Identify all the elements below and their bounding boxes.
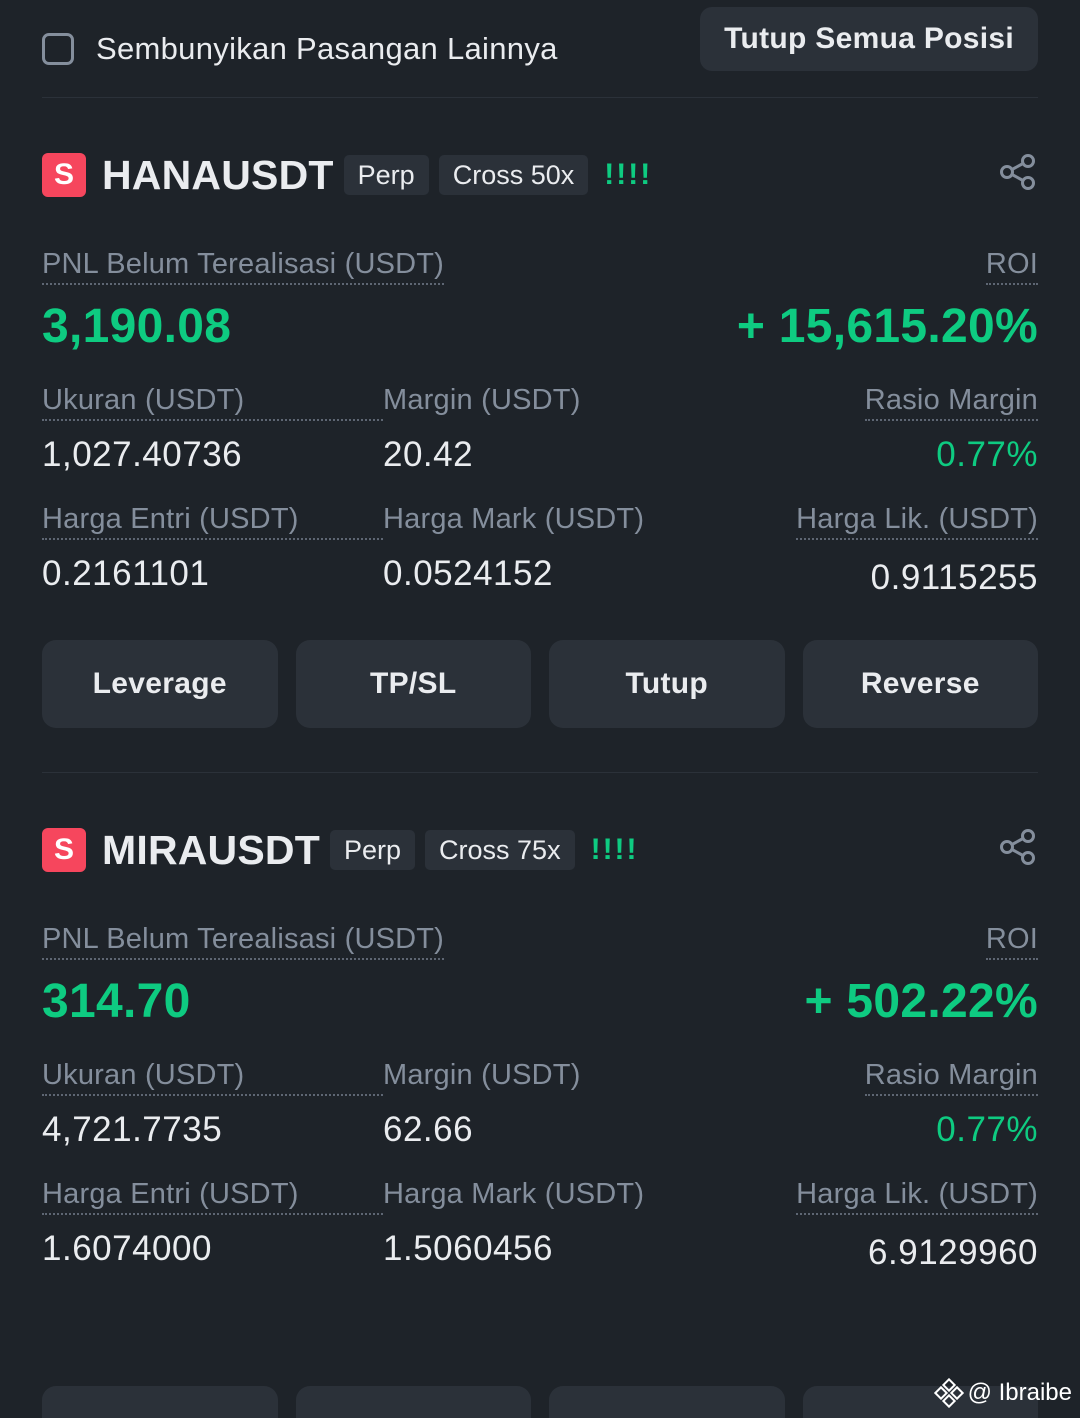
entry-price-value: 1.6074000 xyxy=(42,1229,212,1268)
roi-label[interactable]: ROI xyxy=(985,248,1038,285)
liquidation-price-value: 6.9129960 xyxy=(868,1233,1038,1272)
leverage-button[interactable] xyxy=(42,1386,278,1418)
roi-value: + 15,615.20% xyxy=(736,300,1038,353)
hide-other-pairs-label: Sembunyikan Pasangan Lainnya xyxy=(96,30,558,66)
positions-toolbar: Sembunyikan Pasangan Lainnya Tutup Semua… xyxy=(42,0,1038,98)
mark-price-label: Harga Mark (USDT) xyxy=(383,1178,645,1210)
watermark-text: @ Ibraibe xyxy=(967,1379,1072,1406)
entry-price-value: 0.2161101 xyxy=(42,554,210,593)
roi-value: + 502.22% xyxy=(804,975,1038,1028)
size-label[interactable]: Ukuran (USDT) xyxy=(42,1059,383,1096)
hide-other-pairs-toggle[interactable]: Sembunyikan Pasangan Lainnya xyxy=(42,31,558,67)
liquidation-price-label[interactable]: Harga Lik. (USDT) xyxy=(796,503,1038,540)
mark-price-value: 0.0524152 xyxy=(383,554,553,593)
position-actions-cut-off xyxy=(42,1386,1038,1418)
position-symbol[interactable]: MIRAUSDT xyxy=(102,827,320,874)
watermark: @ Ibraibe xyxy=(933,1378,1072,1408)
checkbox[interactable] xyxy=(42,32,74,65)
unrealized-pnl-label[interactable]: PNL Belum Terealisasi (USDT) xyxy=(42,248,445,285)
margin-value: 20.42 xyxy=(383,435,474,474)
margin-ratio-label[interactable]: Rasio Margin xyxy=(864,1059,1038,1096)
margin-label: Margin (USDT) xyxy=(383,384,581,416)
binance-logo-icon xyxy=(933,1378,964,1408)
margin-value: 62.66 xyxy=(383,1110,474,1149)
position-header: S HANAUSDT Perp Cross 50x !!!! xyxy=(42,150,1038,200)
mark-price-value: 1.5060456 xyxy=(383,1229,553,1268)
contract-type-tag: Perp xyxy=(329,830,416,870)
positions-page: Sembunyikan Pasangan Lainnya Tutup Semua… xyxy=(0,0,1080,1418)
mark-price-label: Harga Mark (USDT) xyxy=(383,503,645,535)
roi-label[interactable]: ROI xyxy=(985,923,1038,960)
risk-signal-icon: !!!! xyxy=(590,833,639,866)
short-side-badge: S xyxy=(42,828,86,872)
position-symbol[interactable]: HANAUSDT xyxy=(102,152,334,199)
size-label[interactable]: Ukuran (USDT) xyxy=(42,384,383,421)
margin-mode-tag[interactable]: Cross 75x xyxy=(425,830,575,870)
share-icon[interactable] xyxy=(998,827,1038,867)
margin-label: Margin (USDT) xyxy=(383,1059,581,1091)
margin-ratio-value: 0.77% xyxy=(936,1110,1038,1149)
tp-sl-button[interactable]: TP/SL xyxy=(295,640,531,728)
close-position-button[interactable]: Tutup xyxy=(549,640,785,728)
position-actions: Leverage TP/SL Tutup Reverse xyxy=(42,640,1038,728)
size-value: 4,721.7735 xyxy=(42,1110,223,1149)
unrealized-pnl-value: 3,190.08 xyxy=(42,300,232,353)
size-value: 1,027.40736 xyxy=(42,435,243,474)
margin-mode-tag[interactable]: Cross 50x xyxy=(438,155,589,195)
reverse-position-button[interactable]: Reverse xyxy=(802,640,1038,728)
entry-price-label[interactable]: Harga Entri (USDT) xyxy=(42,503,383,540)
liquidation-price-value: 0.9115255 xyxy=(870,558,1038,597)
position-card: S MIRAUSDT Perp Cross 75x !!!! PNL Belum… xyxy=(42,772,1038,1273)
tp-sl-button[interactable] xyxy=(295,1386,531,1418)
share-icon[interactable] xyxy=(998,152,1038,192)
risk-signal-icon: !!!! xyxy=(604,158,653,191)
position-card: S HANAUSDT Perp Cross 50x !!!! PNL Belum… xyxy=(42,98,1038,728)
leverage-button[interactable]: Leverage xyxy=(42,640,278,728)
short-side-badge: S xyxy=(42,153,86,197)
entry-price-label[interactable]: Harga Entri (USDT) xyxy=(42,1178,383,1215)
margin-ratio-label[interactable]: Rasio Margin xyxy=(864,384,1038,421)
position-header: S MIRAUSDT Perp Cross 75x !!!! xyxy=(42,825,1038,875)
close-all-positions-button[interactable]: Tutup Semua Posisi xyxy=(700,6,1038,71)
unrealized-pnl-label[interactable]: PNL Belum Terealisasi (USDT) xyxy=(42,923,445,960)
close-position-button[interactable] xyxy=(549,1386,785,1418)
liquidation-price-label[interactable]: Harga Lik. (USDT) xyxy=(796,1178,1038,1215)
contract-type-tag: Perp xyxy=(343,155,429,195)
margin-ratio-value: 0.77% xyxy=(936,435,1038,474)
unrealized-pnl-value: 314.70 xyxy=(42,975,191,1028)
